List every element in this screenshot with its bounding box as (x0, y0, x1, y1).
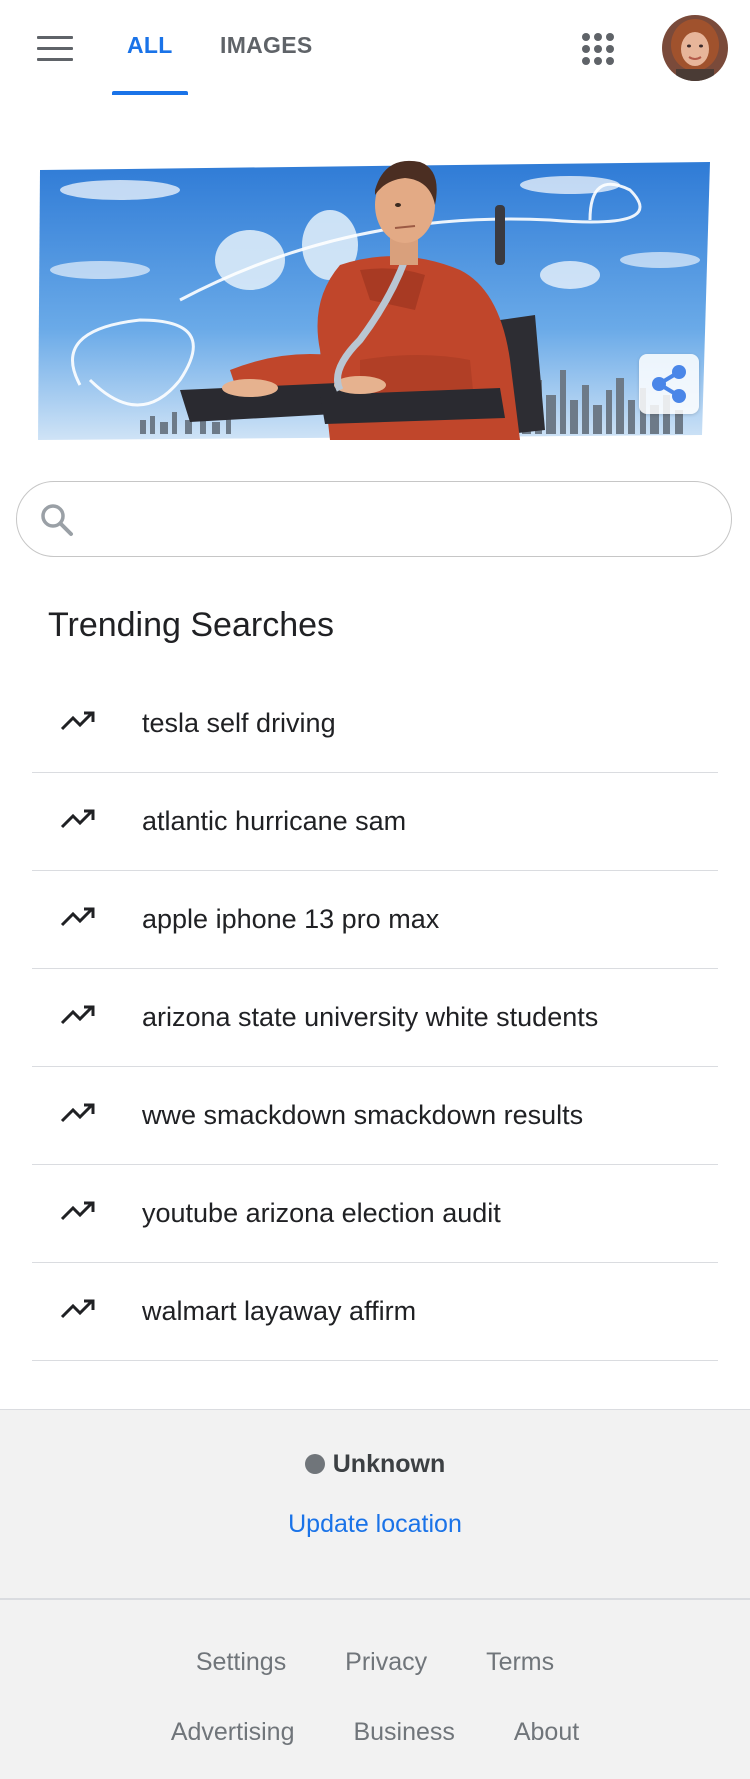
footer-link-terms[interactable]: Terms (486, 1648, 554, 1676)
top-bar: ALL IMAGES (0, 0, 750, 96)
search-input[interactable] (91, 492, 705, 548)
trending-item-label: atlantic hurricane sam (142, 806, 407, 836)
search-box[interactable] (16, 481, 732, 557)
footer-link-settings[interactable]: Settings (196, 1648, 286, 1676)
trending-up-icon (60, 1299, 95, 1319)
trending-item[interactable]: atlantic hurricane sam (32, 773, 718, 871)
footer-link-advertising[interactable]: Advertising (171, 1718, 295, 1746)
trending-up-icon (60, 1005, 95, 1025)
doodle-illustration[interactable] (30, 150, 720, 445)
trending-item-label: youtube arizona election audit (142, 1198, 501, 1228)
trending-item[interactable]: walmart layaway affirm (32, 1263, 718, 1361)
trending-item-label: apple iphone 13 pro max (142, 904, 440, 934)
share-icon (652, 365, 686, 403)
footer-link-business[interactable]: Business (353, 1718, 454, 1746)
tab-images[interactable]: IMAGES (220, 32, 313, 59)
trending-item[interactable]: youtube arizona election audit (32, 1165, 718, 1263)
trending-up-icon (60, 711, 95, 731)
trending-item[interactable]: wwe smackdown smackdown results (32, 1067, 718, 1165)
location-row: Unknown (0, 1450, 750, 1479)
trending-item-label: arizona state university white students (142, 1002, 599, 1032)
trending-item[interactable]: apple iphone 13 pro max (32, 871, 718, 969)
trending-up-icon (60, 1103, 95, 1123)
footer-divider (0, 1598, 750, 1600)
apps-grid-icon[interactable] (580, 31, 616, 67)
trending-item[interactable]: arizona state university white students (32, 969, 718, 1067)
hamburger-menu-icon[interactable] (37, 36, 75, 62)
trending-item[interactable]: tesla self driving (32, 675, 718, 773)
trending-up-icon (60, 1201, 95, 1221)
share-button[interactable] (639, 354, 699, 414)
footer-link-privacy[interactable]: Privacy (345, 1648, 427, 1676)
footer-links-row-1: Settings Privacy Terms (0, 1648, 750, 1677)
update-location-link[interactable]: Update location (0, 1510, 750, 1539)
trending-item-label: tesla self driving (142, 708, 336, 738)
trending-item-label: walmart layaway affirm (142, 1296, 417, 1326)
location-dot-icon (304, 1454, 325, 1474)
active-tab-indicator (112, 91, 188, 95)
footer-links-row-2: Advertising Business About (0, 1718, 750, 1747)
tab-all[interactable]: ALL (127, 32, 173, 59)
trending-item-label: wwe smackdown smackdown results (142, 1100, 584, 1130)
footer: Unknown Update location Settings Privacy… (0, 1409, 750, 1779)
avatar[interactable] (662, 15, 728, 81)
search-icon (41, 504, 73, 536)
trending-list: tesla self driving atlantic hurricane sam… (32, 675, 718, 1361)
footer-link-about[interactable]: About (514, 1718, 579, 1746)
trending-title: Trending Searches (48, 606, 335, 644)
trending-up-icon (60, 907, 95, 927)
location-label: Unknown (332, 1450, 446, 1478)
trending-up-icon (60, 809, 95, 829)
